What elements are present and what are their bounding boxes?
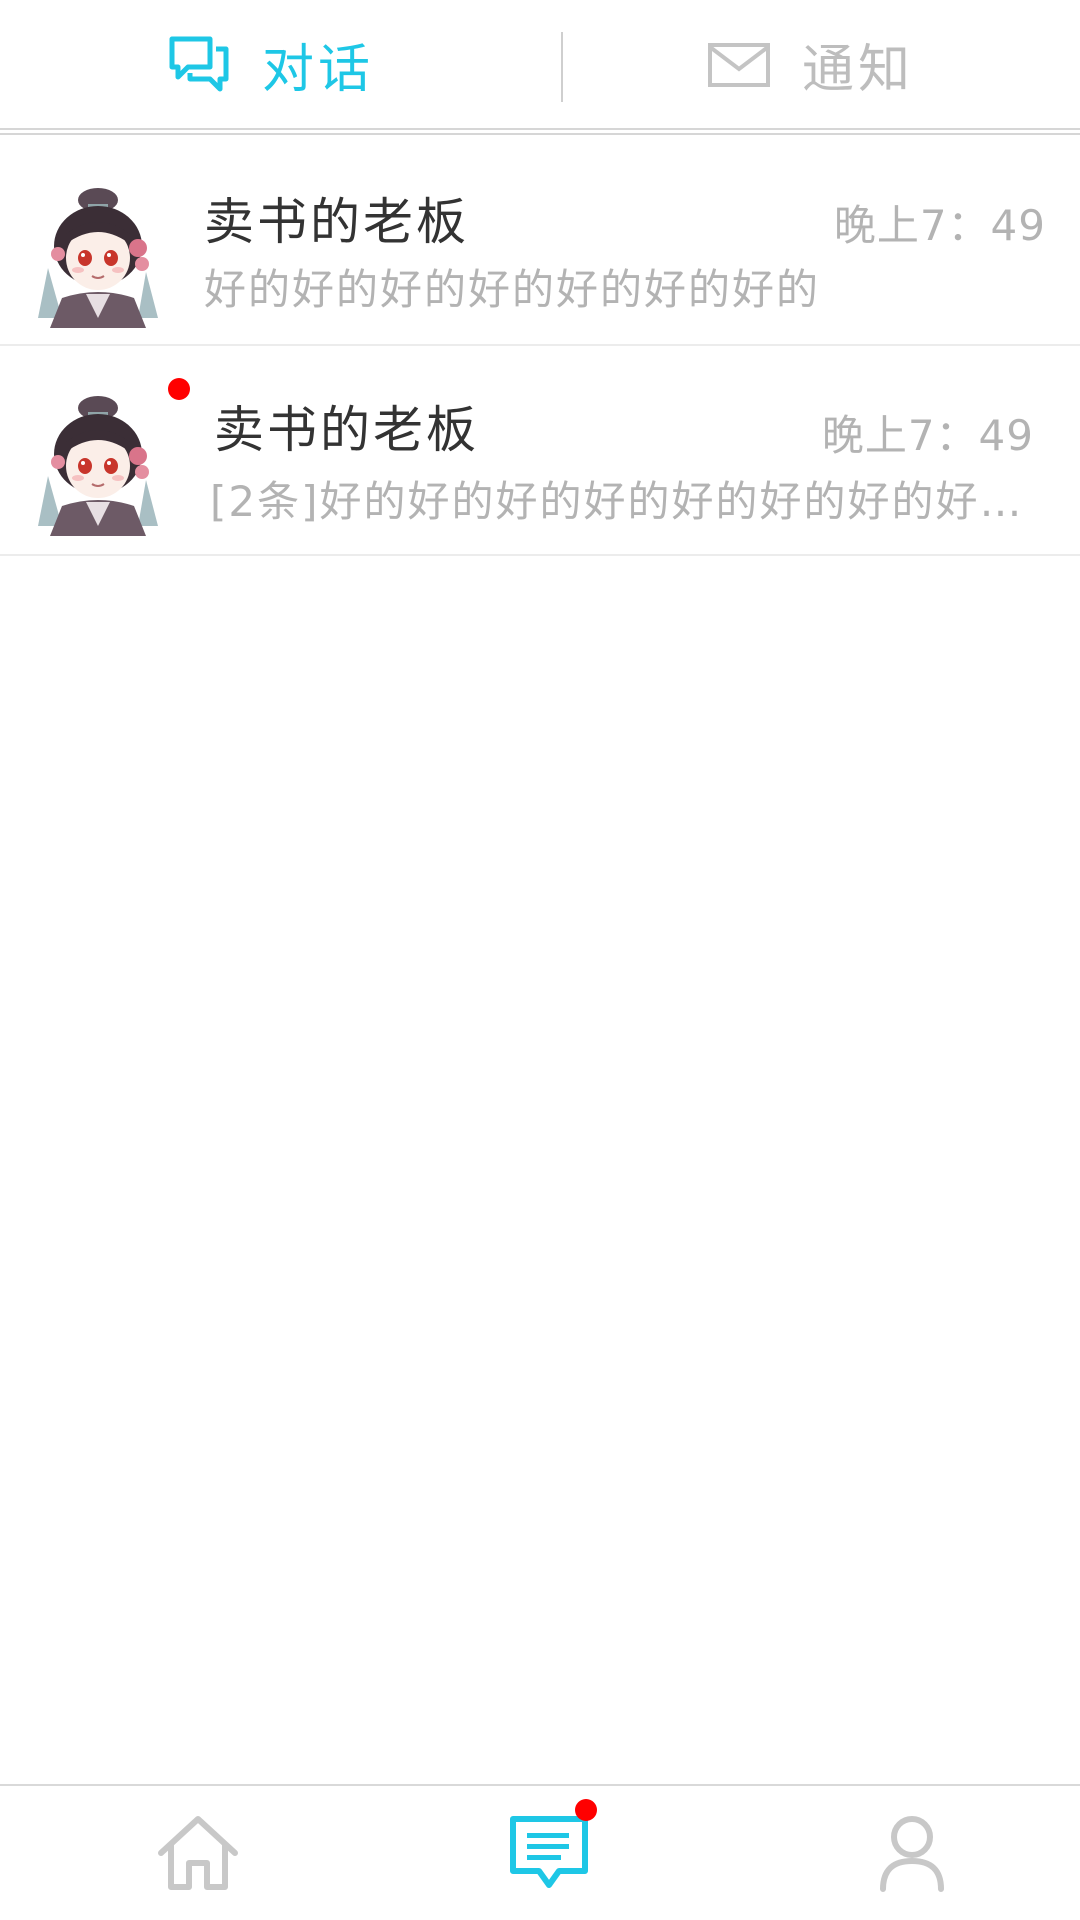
anime-girl-avatar (18, 376, 178, 536)
user-icon (880, 1816, 944, 1892)
nav-home[interactable] (18, 1786, 378, 1920)
conversation-preview: 好的好的好的好的好的好的好的 (204, 265, 821, 314)
conversation-item[interactable]: 卖书的老板 晚上7：49 [2条]好的好的好的好的好的好的好的好的好的 (0, 348, 1080, 556)
anime-girl-avatar (18, 168, 178, 328)
message-icon (510, 1816, 588, 1888)
nav-profile[interactable] (732, 1786, 1080, 1920)
header-divider (0, 128, 1080, 130)
conversation-name: 卖书的老板 (204, 193, 469, 251)
tab-notifications[interactable]: 通知 (540, 0, 1080, 128)
envelope-icon (706, 33, 772, 95)
header-divider-secondary (0, 133, 1080, 135)
unread-badge (168, 378, 190, 400)
tab-conversations-label: 对话 (261, 39, 374, 100)
conversation-time: 晚上7：49 (821, 411, 1034, 460)
message-badge (575, 1799, 597, 1821)
tab-notifications-label: 通知 (801, 39, 914, 100)
chat-bubbles-icon (166, 33, 232, 95)
top-tab-bar: 对话 通知 (0, 0, 1080, 135)
nav-messages[interactable] (372, 1786, 732, 1920)
conversation-item[interactable]: 卖书的老板 晚上7：49 好的好的好的好的好的好的好的 (0, 138, 1080, 346)
bottom-navigation (0, 1784, 1080, 1920)
conversation-time: 晚上7：49 (833, 201, 1046, 250)
conversation-preview: [2条]好的好的好的好的好的好的好的好的好的 (210, 477, 1036, 526)
conversation-name: 卖书的老板 (214, 401, 479, 459)
tab-conversations[interactable]: 对话 (0, 0, 540, 128)
home-icon (158, 1816, 238, 1890)
